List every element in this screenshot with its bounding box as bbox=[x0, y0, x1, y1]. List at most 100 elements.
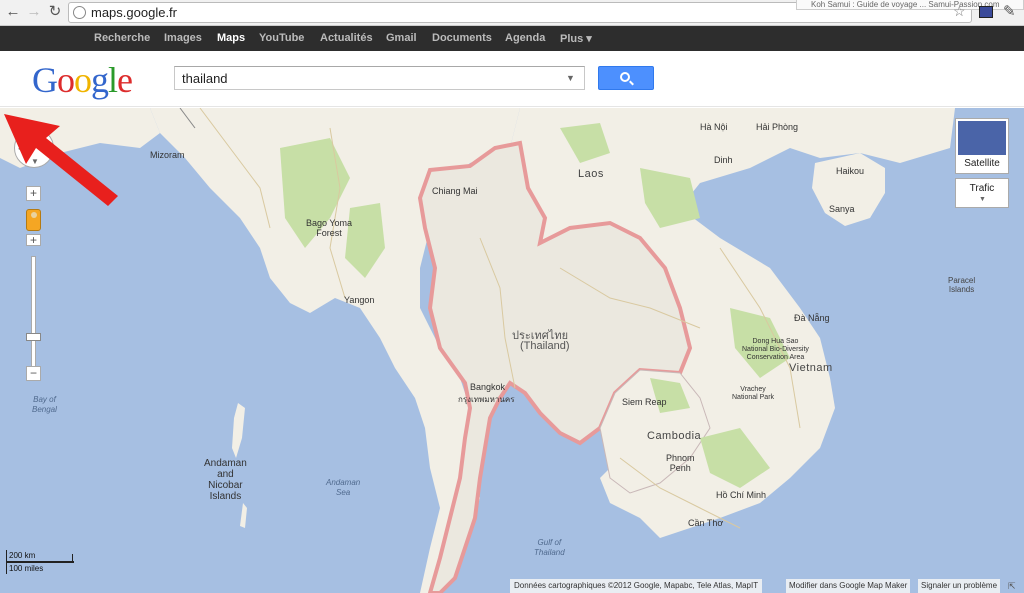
park-line: Dong Hua Sao bbox=[752, 338, 799, 345]
satellite-button[interactable]: Satellite bbox=[955, 118, 1009, 174]
scale-bar: 200 km 100 miles bbox=[6, 548, 76, 576]
map-label-chiang-mai: Chiang Mai bbox=[432, 186, 478, 196]
map-maker-link[interactable]: Modifier dans Google Map Maker bbox=[786, 579, 911, 593]
gbar-images[interactable]: Images bbox=[164, 32, 202, 44]
map-canvas[interactable]: Mizoram Bago Yoma Forest Yangon Chiang Ma… bbox=[0, 108, 1024, 593]
globe-icon bbox=[73, 6, 86, 19]
map-label-sanya: Sanya bbox=[829, 204, 855, 214]
gbar-youtube[interactable]: YouTube bbox=[259, 32, 304, 44]
map-label-can-tho: Cần Thơ bbox=[688, 518, 724, 528]
map-label-bay-of-bengal: Bay of Bengal bbox=[32, 395, 57, 415]
scale-tick bbox=[72, 554, 73, 562]
island-line: Nicobar bbox=[208, 480, 243, 491]
extension-icon[interactable] bbox=[979, 6, 993, 18]
logo-letter: o bbox=[57, 60, 75, 100]
gbar-plus[interactable]: Plus ▾ bbox=[560, 32, 592, 45]
bookmark-star-icon[interactable]: ☆ bbox=[953, 3, 966, 20]
zoom-out-button[interactable]: − bbox=[26, 366, 41, 381]
google-logo[interactable]: Google bbox=[32, 59, 133, 101]
gbar-actualites[interactable]: Actualités bbox=[320, 32, 373, 44]
map-label-paracel: Paracel Islands bbox=[948, 276, 975, 294]
park-line: National Park bbox=[732, 394, 775, 401]
zoom-slider-track[interactable] bbox=[31, 256, 36, 372]
satellite-label: Satellite bbox=[964, 158, 1000, 169]
logo-letter: e bbox=[117, 60, 133, 100]
island-line: Islands bbox=[948, 285, 975, 294]
chevron-down-icon: ▼ bbox=[979, 196, 986, 203]
resize-handle-icon[interactable]: ⇱ bbox=[1008, 581, 1016, 592]
island-line: Islands bbox=[209, 491, 242, 502]
scale-km: 200 km bbox=[9, 551, 36, 560]
map-label-ha-noi: Hà Nội bbox=[700, 122, 728, 132]
search-icon bbox=[620, 72, 630, 82]
zoom-in-button[interactable]: + bbox=[26, 234, 41, 246]
region-line: Bago Yoma bbox=[306, 218, 353, 228]
city-line: Phnom bbox=[666, 453, 695, 463]
water-line: Bengal bbox=[32, 405, 57, 414]
map-label-bangkok-native: กรุงเทพมหานคร bbox=[458, 395, 515, 404]
wrench-icon[interactable]: ✎ bbox=[1003, 2, 1016, 20]
search-dropdown-icon[interactable]: ▼ bbox=[566, 73, 575, 83]
scale-line bbox=[6, 561, 74, 563]
map-label-bangkok: Bangkok bbox=[470, 382, 506, 392]
map-label-yangon: Yangon bbox=[344, 295, 375, 305]
map-label-vietnam: Vietnam bbox=[789, 362, 833, 374]
map-label-phnom-penh: Phnom Penh bbox=[666, 453, 695, 473]
satellite-thumbnail bbox=[958, 121, 1006, 155]
browser-toolbar: ← → ↻ maps.google.fr Koh Samui : Guide d… bbox=[0, 0, 1024, 26]
map-label-dinh: Dinh bbox=[714, 155, 733, 165]
park-line: National Bio-Diversity bbox=[742, 346, 809, 353]
traffic-button[interactable]: Trafic ▼ bbox=[955, 178, 1009, 208]
map-label-bago-yoma: Bago Yoma Forest bbox=[306, 218, 352, 238]
map-label-andaman-sea: Andaman Sea bbox=[326, 478, 360, 498]
logo-letter: G bbox=[32, 60, 58, 100]
scale-miles: 100 miles bbox=[9, 564, 44, 573]
map-label-conservation-area: Dong Hua Sao National Bio-Diversity Conser… bbox=[742, 338, 809, 362]
search-button[interactable] bbox=[598, 66, 654, 90]
search-input[interactable] bbox=[174, 66, 585, 90]
map-label-da-nang: Đà Nẵng bbox=[794, 313, 830, 323]
map-attribution: Données cartographiques ©2012 Google, Ma… bbox=[510, 579, 763, 593]
map-label-haikou: Haikou bbox=[836, 166, 865, 176]
scale-tick bbox=[6, 550, 7, 574]
island-line: Paracel bbox=[948, 276, 976, 285]
map-label-mizoram: Mizoram bbox=[150, 150, 185, 160]
red-arrow-icon bbox=[4, 114, 118, 206]
map-label-thailand: (Thailand) bbox=[520, 340, 570, 352]
map-label-siem-reap: Siem Reap bbox=[622, 397, 667, 407]
traffic-label: Trafic bbox=[969, 183, 995, 194]
back-arrow-icon[interactable]: ← bbox=[4, 3, 22, 21]
gbar-gmail[interactable]: Gmail bbox=[386, 32, 417, 44]
map-label-ho-chi-minh: Hồ Chí Minh bbox=[716, 490, 767, 500]
map-label-hai-phong: Hải Phòng bbox=[756, 122, 799, 132]
gbar-maps[interactable]: Maps bbox=[217, 32, 245, 44]
map-label-national-park: Vrachey National Park bbox=[732, 386, 774, 402]
park-line: Conservation Area bbox=[746, 354, 805, 361]
logo-letter: o bbox=[74, 60, 92, 100]
island-line: Andaman bbox=[204, 458, 247, 469]
city-line: Penh bbox=[669, 463, 691, 473]
forward-arrow-icon[interactable]: → bbox=[25, 3, 43, 21]
url-text: maps.google.fr bbox=[91, 5, 177, 20]
map-label-cambodia: Cambodia bbox=[647, 430, 702, 442]
map-label-andaman-nicobar: Andaman and Nicobar Islands bbox=[204, 458, 247, 502]
park-line: Vrachey bbox=[740, 386, 766, 393]
map-label-gulf-of-thailand: Gulf of Thailand bbox=[534, 538, 565, 558]
water-line: Thailand bbox=[534, 548, 565, 557]
report-problem-link[interactable]: Signaler un problème bbox=[918, 579, 1001, 593]
map-terrain bbox=[0, 108, 955, 593]
water-line: Sea bbox=[336, 488, 351, 497]
gbar-recherche[interactable]: Recherche bbox=[94, 32, 150, 44]
map-label-laos: Laos bbox=[578, 168, 604, 180]
region-line: Forest bbox=[316, 228, 342, 238]
google-nav-bar: Recherche Images Maps YouTube Actualités… bbox=[0, 26, 1024, 51]
reload-icon[interactable]: ↻ bbox=[46, 3, 64, 21]
maps-header: Google ▼ bbox=[0, 51, 1024, 135]
logo-letter: l bbox=[108, 60, 118, 100]
gbar-documents[interactable]: Documents bbox=[432, 32, 492, 44]
gbar-agenda[interactable]: Agenda bbox=[505, 32, 545, 44]
street-view-pegman-icon[interactable] bbox=[26, 209, 41, 231]
water-line: Gulf of bbox=[537, 538, 562, 547]
zoom-slider-handle[interactable] bbox=[26, 333, 41, 341]
logo-letter: g bbox=[91, 60, 109, 100]
